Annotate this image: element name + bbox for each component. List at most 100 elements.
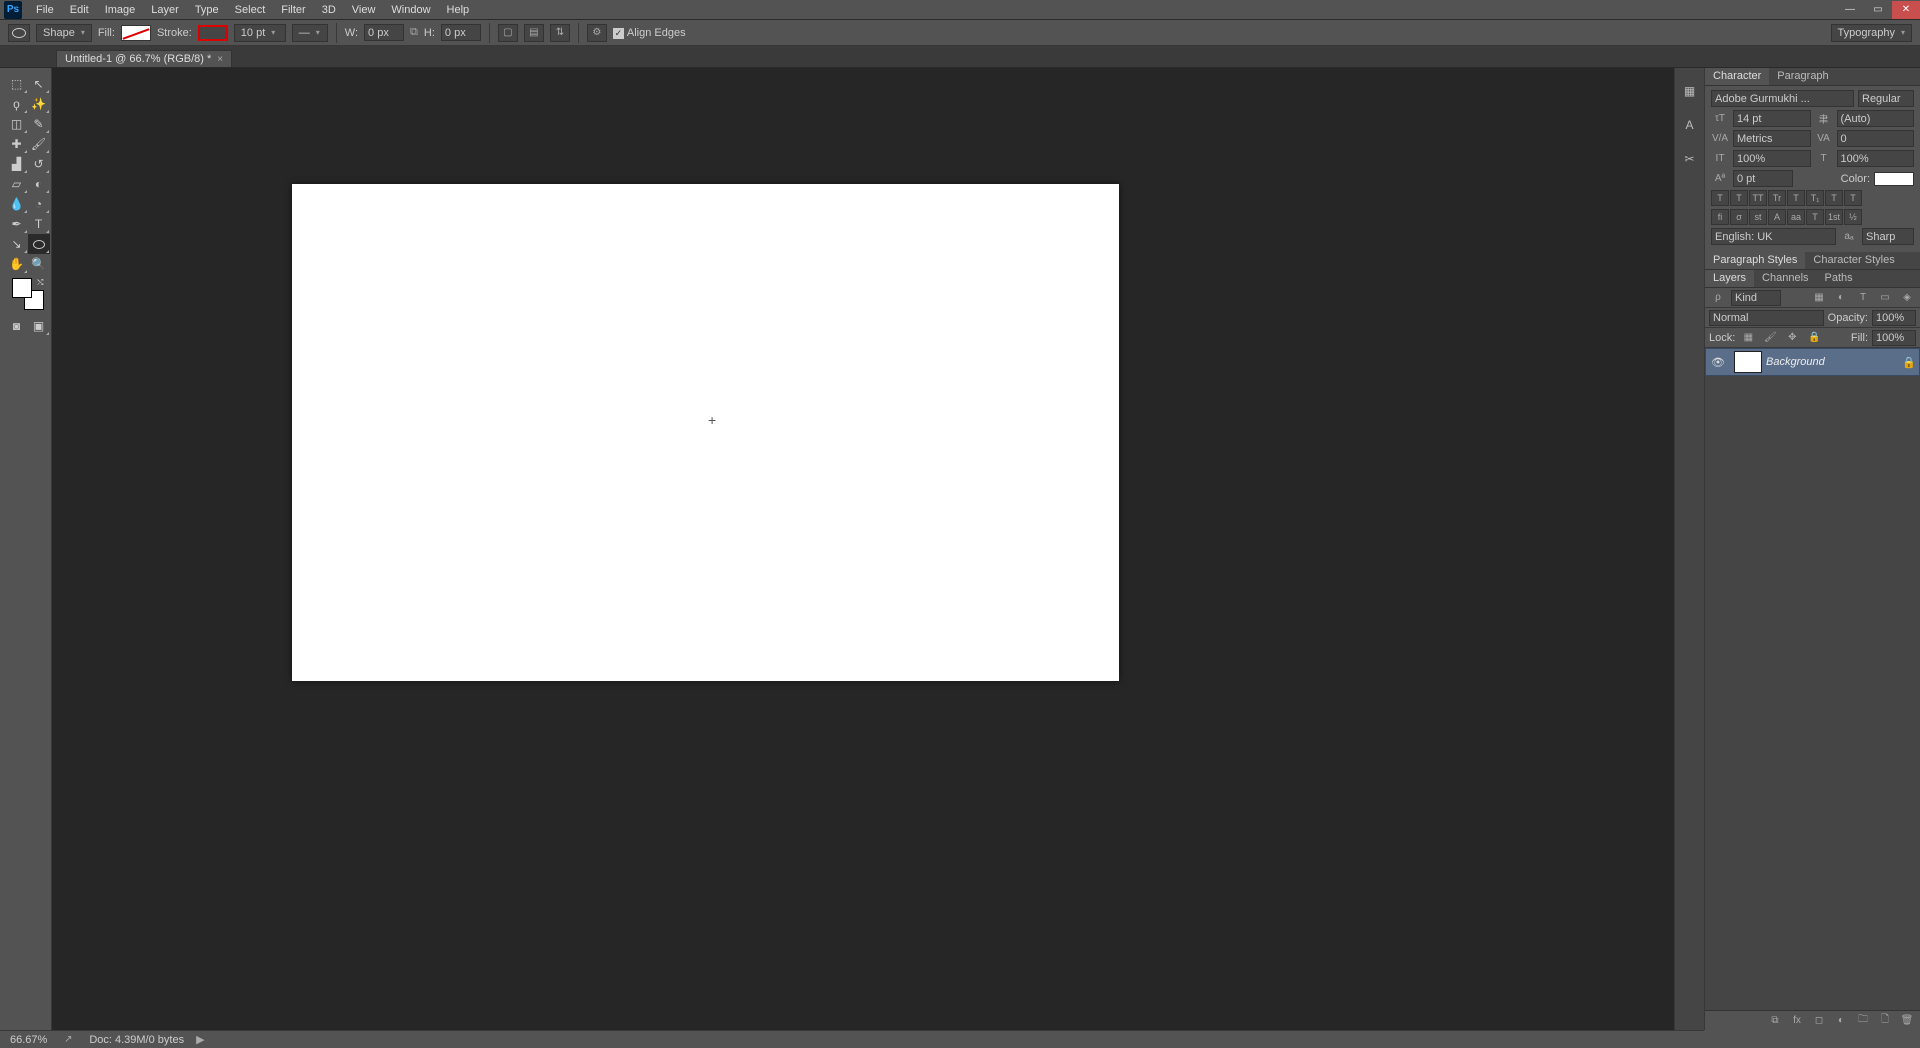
menu-3d[interactable]: 3D <box>314 0 344 20</box>
screen-mode-icon[interactable]: ▣ <box>28 316 50 336</box>
marquee-tool[interactable]: ↖ <box>28 74 50 94</box>
smallcaps-button[interactable]: Tr <box>1768 190 1786 206</box>
path-selection-tool[interactable]: ↘ <box>6 234 28 254</box>
path-alignment-icon[interactable]: ▤ <box>524 24 544 42</box>
gear-icon[interactable]: ⚙ <box>587 24 607 42</box>
height-input[interactable] <box>441 24 481 41</box>
leading-input[interactable]: (Auto) <box>1837 110 1915 127</box>
align-edges-checkbox[interactable]: ✓Align Edges <box>613 27 686 39</box>
fill-swatch[interactable] <box>121 25 151 41</box>
stroke-style-dropdown[interactable]: — <box>292 24 328 42</box>
tool-mode-dropdown[interactable]: Shape <box>36 24 92 42</box>
tab-close-icon[interactable]: × <box>217 54 223 65</box>
new-layer-icon[interactable]: 🗋 <box>1876 1013 1894 1029</box>
magic-wand-tool[interactable]: ✨ <box>28 94 50 114</box>
document-tab[interactable]: Untitled-1 @ 66.7% (RGB/8) * × <box>56 50 232 67</box>
text-color-swatch[interactable] <box>1874 172 1914 186</box>
menu-window[interactable]: Window <box>383 0 438 20</box>
stroke-width-input[interactable]: 10 pt <box>234 24 286 42</box>
close-button[interactable]: ✕ <box>1892 1 1920 19</box>
history-brush-tool[interactable]: ↺ <box>28 154 50 174</box>
menu-image[interactable]: Image <box>97 0 144 20</box>
filter-kind-dropdown[interactable]: Kind <box>1731 290 1781 306</box>
font-family-dropdown[interactable]: Adobe Gurmukhi ... <box>1711 90 1854 107</box>
clone-stamp-tool[interactable]: ▟ <box>6 154 28 174</box>
menu-file[interactable]: File <box>28 0 62 20</box>
hscale-input[interactable]: 100% <box>1837 150 1915 167</box>
stylistic-button[interactable]: aa <box>1787 209 1805 225</box>
link-layers-icon[interactable]: ⧉ <box>1766 1013 1784 1029</box>
layer-style-icon[interactable]: fx <box>1788 1013 1806 1029</box>
workspace-dropdown[interactable]: Typography <box>1831 24 1913 42</box>
eraser-tool[interactable]: ▱ <box>6 174 28 194</box>
layer-name[interactable]: Background <box>1766 356 1899 368</box>
menu-type[interactable]: Type <box>187 0 227 20</box>
ellipse-tool[interactable] <box>28 234 50 254</box>
subscript-button[interactable]: T₁ <box>1806 190 1824 206</box>
menu-select[interactable]: Select <box>227 0 274 20</box>
canvas-area[interactable]: + <box>52 68 1674 1030</box>
menu-filter[interactable]: Filter <box>273 0 313 20</box>
menu-help[interactable]: Help <box>439 0 478 20</box>
zoom-level[interactable]: 66.67% <box>10 1034 47 1046</box>
move-tool[interactable]: ⬚ <box>6 74 28 94</box>
filter-pixel-icon[interactable]: ▦ <box>1810 290 1828 306</box>
tracking-input[interactable]: 0 <box>1837 130 1915 147</box>
superscript-button[interactable]: T <box>1787 190 1805 206</box>
delete-layer-icon[interactable]: 🗑 <box>1898 1013 1916 1029</box>
contextual-button[interactable]: σ <box>1730 209 1748 225</box>
gradient-tool[interactable]: ◐ <box>28 174 50 194</box>
brush-tool[interactable]: 🖌 <box>28 134 50 154</box>
fill-input[interactable]: 100% <box>1872 330 1916 346</box>
tab-channels[interactable]: Channels <box>1754 270 1816 287</box>
tab-layers[interactable]: Layers <box>1705 270 1754 287</box>
dock-icon[interactable]: A <box>1679 114 1701 136</box>
width-input[interactable] <box>364 24 404 41</box>
filter-adjust-icon[interactable]: ◐ <box>1832 290 1850 306</box>
titling-button[interactable]: T <box>1806 209 1824 225</box>
font-style-dropdown[interactable]: Regular <box>1858 90 1914 107</box>
ligatures-button[interactable]: fi <box>1711 209 1729 225</box>
filter-shape-icon[interactable]: ▭ <box>1876 290 1894 306</box>
italic-button[interactable]: T <box>1730 190 1748 206</box>
stroke-swatch[interactable] <box>198 25 228 41</box>
foreground-color-swatch[interactable] <box>12 278 32 298</box>
font-size-input[interactable]: 14 pt <box>1733 110 1811 127</box>
discretionary-button[interactable]: st <box>1749 209 1767 225</box>
path-operations-icon[interactable]: ▢ <box>498 24 518 42</box>
path-arrangement-icon[interactable]: ⇅ <box>550 24 570 42</box>
canvas[interactable] <box>292 184 1119 681</box>
bold-button[interactable]: T <box>1711 190 1729 206</box>
antialiasing-dropdown[interactable]: Sharp <box>1862 228 1914 245</box>
baseline-input[interactable]: 0 pt <box>1733 170 1793 187</box>
lock-pixels-icon[interactable]: 🖌 <box>1761 330 1779 346</box>
blur-tool[interactable]: 💧 <box>6 194 28 214</box>
menu-edit[interactable]: Edit <box>62 0 97 20</box>
pen-tool[interactable]: ✒ <box>6 214 28 234</box>
type-tool[interactable]: T <box>28 214 50 234</box>
tab-paragraph-styles[interactable]: Paragraph Styles <box>1705 252 1805 269</box>
allcaps-button[interactable]: TT <box>1749 190 1767 206</box>
maximize-button[interactable]: ▭ <box>1864 1 1892 19</box>
tab-paragraph[interactable]: Paragraph <box>1769 68 1836 85</box>
crop-tool[interactable]: ◫ <box>6 114 28 134</box>
kerning-dropdown[interactable]: Metrics <box>1733 130 1811 147</box>
current-tool-icon[interactable] <box>8 24 30 42</box>
menu-view[interactable]: View <box>344 0 384 20</box>
ordinals-button[interactable]: 1st <box>1825 209 1843 225</box>
strikethrough-button[interactable]: T <box>1844 190 1862 206</box>
tab-character[interactable]: Character <box>1705 68 1769 85</box>
healing-brush-tool[interactable]: ✚ <box>6 134 28 154</box>
layer-thumbnail[interactable] <box>1734 351 1762 373</box>
layer-mask-icon[interactable]: ◻ <box>1810 1013 1828 1029</box>
opacity-input[interactable]: 100% <box>1872 310 1916 326</box>
dodge-tool[interactable]: ◔ <box>28 194 50 214</box>
lock-transparent-icon[interactable]: ▦ <box>1739 330 1757 346</box>
vscale-input[interactable]: 100% <box>1733 150 1811 167</box>
tab-character-styles[interactable]: Character Styles <box>1805 252 1902 269</box>
quick-mask-icon[interactable]: ◙ <box>6 316 28 336</box>
adjustment-layer-icon[interactable]: ◐ <box>1832 1013 1850 1029</box>
fractions-button[interactable]: ½ <box>1844 209 1862 225</box>
tab-paths[interactable]: Paths <box>1817 270 1861 287</box>
minimize-button[interactable]: — <box>1836 1 1864 19</box>
